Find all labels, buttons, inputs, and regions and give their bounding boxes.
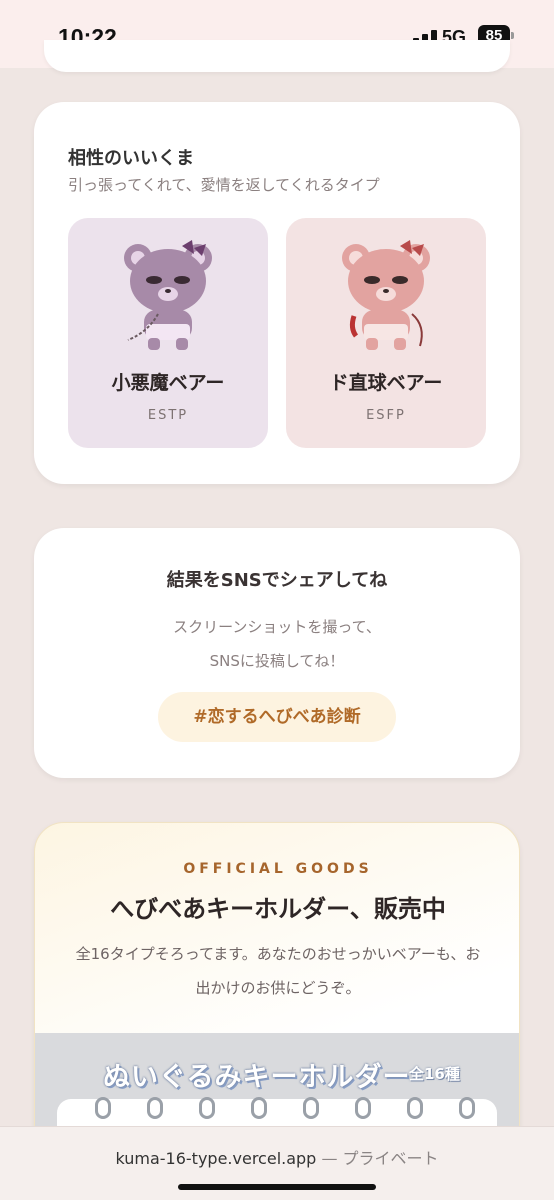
bear-type: ESFP [366,408,406,423]
banner-title: ぬいぐるみキーホルダー [103,1062,411,1093]
keyring-icon [95,1097,111,1119]
keyring-icon [199,1097,215,1119]
compatibility-card: 相性のいいくま 引っ張ってくれて、愛情を返してくれるタイプ 小悪魔ベアー EST… [34,102,520,484]
goods-eyebrow: OFFICIAL GOODS [183,861,373,877]
keyring-icon [303,1097,319,1119]
goods-description: 全16タイプそろってます。あなたのおせっかいベアーも、お出かけのお供にどうぞ。 [75,945,481,997]
home-indicator[interactable] [178,1184,376,1190]
share-title: 結果をSNSでシェアしてね [166,570,388,591]
compatibility-title: 相性のいいくま [68,148,194,169]
bear-name: ド直球ベアー [329,372,443,394]
share-instruction-line1: スクリーンショットを撮って、 [173,618,381,636]
banner-count: 全16種 [409,1065,460,1083]
share-card: 結果をSNSでシェアしてね スクリーンショットを撮って、 SNSに投稿してね！ … [34,528,520,778]
private-mode-label: — プライベート [321,1149,439,1168]
keyring-icon [251,1097,267,1119]
bear-name: 小悪魔ベアー [111,372,225,394]
compatibility-subtitle: 引っ張ってくれて、愛情を返してくれるタイプ [68,176,380,194]
bear-tile-esfp[interactable]: ド直球ベアー ESFP [286,218,486,448]
keyring-icon [355,1097,371,1119]
share-instruction-line2: SNSに投稿してね！ [209,652,345,670]
keyring-icon [407,1097,423,1119]
previous-card [44,40,510,72]
keyring-icon [459,1097,475,1119]
url-domain: kuma-16-type.vercel.app [115,1149,317,1168]
bear-illustration-purple [124,240,212,350]
hashtag-button[interactable]: #恋するへびべあ診断 [158,692,396,742]
bear-type: ESTP [147,408,189,423]
bear-tile-estp[interactable]: 小悪魔ベアー ESTP [68,218,268,448]
keyring-icon [147,1097,163,1119]
url-display[interactable]: kuma-16-type.vercel.app — プライベート [0,1145,554,1169]
bear-illustration-pink [342,240,430,350]
goods-title: へびべあキーホルダー、販売中 [110,895,446,923]
